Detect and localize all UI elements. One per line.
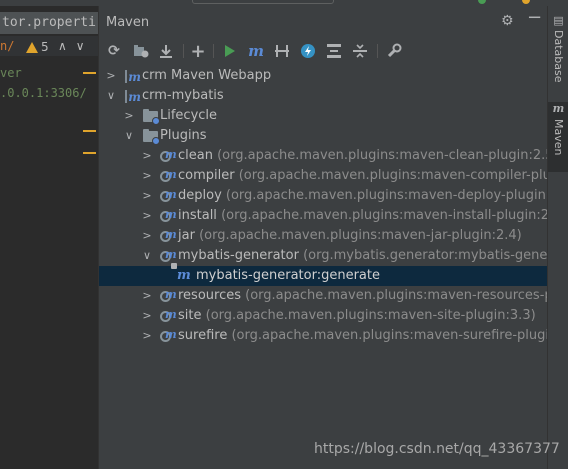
watermark: https://blog.csdn.net/qq_43367377 (314, 441, 560, 457)
plugin-coordinates: (org.apache.maven.plugins:maven-surefire… (231, 328, 568, 343)
chevron-right-icon[interactable]: > (123, 109, 135, 123)
status-dot (478, 0, 486, 4)
execute-goal-icon[interactable]: m (247, 42, 265, 60)
chevron-right-icon[interactable]: > (141, 189, 153, 203)
tree-row-plugin[interactable]: ∨ m mybatis-generator (org.mybatis.gener… (99, 246, 568, 266)
warning-icon (26, 41, 38, 53)
editor-tab-label: tor.properti (2, 15, 96, 30)
plugin-name: compiler (178, 168, 235, 183)
chevron-right-icon[interactable]: > (141, 209, 153, 223)
plugin-name: clean (178, 148, 213, 163)
tree-row-plugin[interactable]: > m clean (org.apache.maven.plugins:mave… (99, 146, 558, 166)
maven-toolbar: ⟳ + m (99, 40, 548, 62)
tool-window-title: Maven (106, 15, 150, 30)
project-label: crm-mybatis (142, 88, 224, 103)
chevron-right-icon[interactable]: > (141, 309, 153, 323)
chevron-right-icon[interactable]: > (141, 329, 153, 343)
maven-tab[interactable]: m Maven (548, 102, 568, 172)
lifecycle-folder-icon (143, 109, 160, 125)
tree-row-plugin[interactable]: > m resources (org.apache.maven.plugins:… (99, 286, 568, 306)
code-line: .0.0.1:3306/ (0, 86, 87, 100)
status-dot (522, 0, 530, 4)
toolbar-separator (377, 44, 378, 58)
plugin-name: jar (178, 228, 195, 243)
warning-indicator[interactable]: 5 (26, 40, 49, 54)
plugin-coordinates: (org.apache.maven.plugins:maven-site-plu… (205, 308, 536, 323)
database-icon: ▤ (553, 14, 564, 27)
prev-next-highlight-arrows[interactable]: ∧∨ (58, 39, 94, 53)
chevron-right-icon[interactable]: > (141, 289, 153, 303)
toolbar-separator (183, 44, 184, 58)
plugin-name: site (178, 308, 202, 323)
plugins-folder-icon (143, 129, 160, 145)
plugins-label: Plugins (160, 128, 207, 143)
editor-area: tor.properti n/ 5 ∧∨ ver .0.0.1:3306/ (0, 6, 98, 469)
ide-window: tor.properti n/ 5 ∧∨ ver .0.0.1:3306/ Ma… (0, 0, 568, 469)
right-tool-stripe: ▤ Database m Maven (547, 6, 568, 469)
chevron-down-icon[interactable]: ∨ (141, 249, 153, 263)
run-icon[interactable] (221, 42, 239, 60)
code-line: ver (0, 66, 22, 80)
plugin-coordinates: (org.apache.maven.plugins:maven-resource… (245, 288, 568, 303)
tool-window-header: Maven ⚙ − (99, 6, 548, 34)
chevron-right-icon[interactable]: > (141, 149, 153, 163)
plugin-coordinates: (org.apache.maven.plugins:maven-compiler… (238, 168, 568, 183)
maven-project-icon: m (125, 69, 141, 83)
reload-icon[interactable]: ⟳ (105, 42, 123, 60)
tree-row-plugin[interactable]: > m site (org.apache.maven.plugins:maven… (99, 306, 548, 326)
plugin-name: install (178, 208, 217, 223)
chevron-right-icon[interactable]: > (141, 229, 153, 243)
warning-stripe-mark[interactable] (83, 130, 96, 132)
plugin-coordinates: (org.apache.maven.plugins:maven-jar-plug… (199, 228, 522, 243)
maven-tab-label: Maven (552, 119, 565, 156)
chevron-down-icon[interactable]: ∨ (123, 129, 135, 143)
maven-project-icon: m (125, 89, 141, 103)
chevron-right-icon[interactable]: > (141, 169, 153, 183)
run-config-box[interactable] (192, 0, 334, 4)
plugin-coordinates: (org.apache.maven.plugins:maven-deploy-p… (225, 188, 568, 203)
lifecycle-label: Lifecycle (160, 108, 218, 123)
database-tab-label: Database (552, 30, 565, 83)
plugin-coordinates: (org.mybatis.generator:mybatis-generato (303, 248, 568, 263)
database-tab[interactable]: ▤ Database (548, 14, 568, 94)
plugin-name: deploy (178, 188, 222, 203)
warning-stripe-mark[interactable] (83, 72, 96, 74)
goal-label: mybatis-generator:generate (196, 268, 380, 283)
tree-row-plugins[interactable]: ∨ Plugins (99, 126, 548, 146)
settings-gear-icon[interactable]: ⚙ (501, 14, 514, 28)
tree-row-project[interactable]: > m crm Maven Webapp (99, 66, 548, 86)
plugin-name: resources (178, 288, 242, 303)
wrench-icon[interactable] (385, 42, 403, 60)
hide-minus-icon[interactable]: − (527, 9, 542, 27)
warning-count: 5 (41, 40, 49, 54)
toolbar-separator (213, 44, 214, 58)
tree-row-lifecycle[interactable]: > Lifecycle (99, 106, 548, 126)
collapse-all-icon[interactable] (351, 42, 369, 60)
chevron-right-icon[interactable]: > (105, 69, 117, 83)
code-fragment: n/ (0, 39, 15, 53)
tree-row-goal-selected[interactable]: m mybatis-generator:generate (99, 263, 548, 286)
editor-tab[interactable]: tor.properti (0, 12, 98, 34)
tree-row-plugin[interactable]: > m surefire (org.apache.maven.plugins:m… (99, 326, 568, 346)
add-icon[interactable]: + (189, 41, 207, 62)
toggle-offline-icon[interactable] (273, 42, 291, 60)
show-dependencies-icon[interactable] (325, 42, 343, 60)
skip-tests-icon[interactable] (299, 42, 317, 60)
tree-row-project[interactable]: ∨ m crm-mybatis (99, 86, 548, 106)
maven-icon: m (552, 102, 565, 115)
tree-row-plugin[interactable]: > m compiler (org.apache.maven.plugins:m… (99, 166, 568, 186)
warning-stripe-mark[interactable] (83, 152, 96, 154)
maven-tool-window: Maven ⚙ − ⟳ + m > m crm Maven Webapp ∨ m… (98, 6, 568, 469)
tree-row-plugin[interactable]: > m jar (org.apache.maven.plugins:maven-… (99, 226, 548, 246)
chevron-down-icon[interactable]: ∨ (105, 89, 117, 103)
plugin-coordinates: (org.apache.maven.plugins:maven-clean-pl… (217, 148, 559, 163)
generate-sources-icon[interactable] (132, 42, 150, 60)
plugin-name: mybatis-generator (178, 248, 299, 263)
tree-row-plugin[interactable]: > m install (org.apache.maven.plugins:ma… (99, 206, 566, 226)
project-label: crm Maven Webapp (142, 68, 272, 83)
plugin-name: surefire (178, 328, 228, 343)
download-icon[interactable] (157, 42, 175, 60)
plugin-coordinates: (org.apache.maven.plugins:maven-install-… (221, 208, 567, 223)
tree-row-plugin[interactable]: > m deploy (org.apache.maven.plugins:mav… (99, 186, 568, 206)
